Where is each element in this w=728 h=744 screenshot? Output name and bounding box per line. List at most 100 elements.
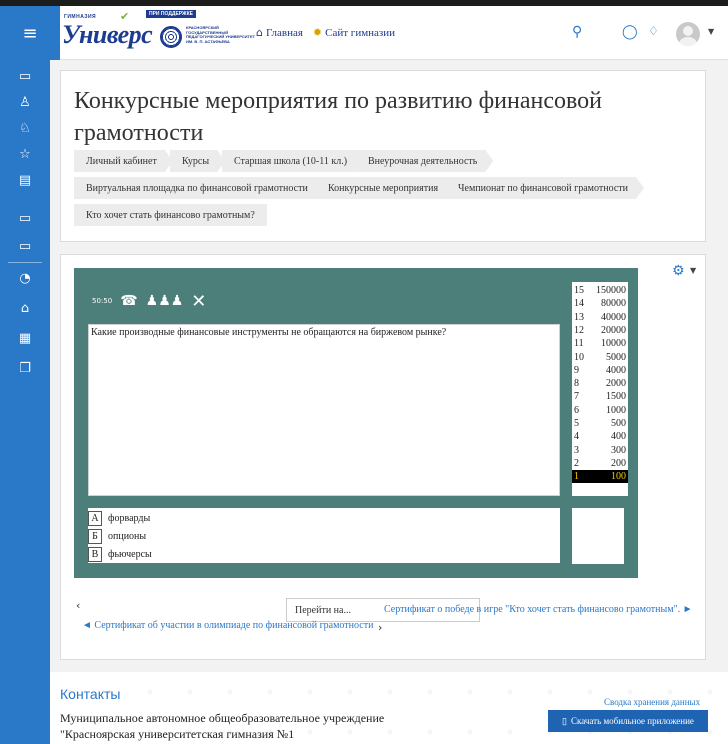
prize-level-number: 7 bbox=[574, 391, 579, 403]
chevron-right-icon[interactable]: › bbox=[378, 621, 382, 634]
data-retention-link[interactable]: Сводка хранения данных bbox=[604, 697, 700, 707]
bell-icon[interactable]: ♢ bbox=[648, 24, 659, 38]
users-icon[interactable]: ♙ bbox=[0, 90, 50, 114]
answer-text: форварды bbox=[108, 512, 151, 524]
prize-level-number: 8 bbox=[574, 378, 579, 390]
prize-level-number: 10 bbox=[574, 351, 584, 363]
nav-link-label: Главная bbox=[265, 26, 303, 39]
answer-letter: Б bbox=[88, 528, 102, 544]
prize-level-number: 13 bbox=[574, 311, 584, 323]
fifty-fifty-lifeline[interactable]: 50:50 bbox=[92, 297, 112, 305]
prize-level-number: 4 bbox=[574, 431, 579, 443]
prize-level-number: 11 bbox=[574, 338, 584, 350]
nav-link-label: Сайт гимназии bbox=[325, 26, 396, 39]
prize-level: 5 500 bbox=[572, 417, 628, 430]
prize-level: 2 200 bbox=[572, 457, 628, 470]
nav-link-home[interactable]: ⌂ Главная bbox=[256, 26, 303, 39]
answer-letter: А bbox=[88, 510, 102, 526]
question-text: Какие производные финансовые инструменты… bbox=[91, 327, 447, 338]
site-logo[interactable]: ГИМНАЗИЯ ✔ ПРИ ПОДДЕРЖКЕ Универс КРАСНОЯ… bbox=[62, 10, 258, 52]
jump-to-label: Перейти на... bbox=[295, 605, 351, 616]
prize-level: 7 1500 bbox=[572, 390, 628, 403]
breadcrumb-item[interactable]: Внеурочная деятельность bbox=[356, 150, 493, 172]
page-title: Конкурсные мероприятия по развитию финан… bbox=[74, 88, 602, 146]
prize-level: 4 400 bbox=[572, 430, 628, 443]
audience-icon[interactable]: ♟♟♟ bbox=[146, 293, 184, 309]
answer-option[interactable]: Б опционы bbox=[88, 528, 146, 544]
prev-activity-link[interactable]: ◄ Сертификат об участии в олимпиаде по ф… bbox=[82, 620, 373, 631]
folder-icon[interactable]: ▭ bbox=[0, 64, 50, 88]
prize-level-number: 3 bbox=[574, 444, 579, 456]
prize-level-number: 9 bbox=[574, 364, 579, 376]
folder-2-icon[interactable]: ▭ bbox=[0, 206, 50, 230]
answer-text: фьючерсы bbox=[108, 548, 152, 560]
ladder-footer bbox=[572, 508, 624, 564]
calendar-icon[interactable]: ▦ bbox=[0, 326, 50, 350]
logo-support: ПРИ ПОДДЕРЖКЕ bbox=[146, 10, 196, 18]
logo-wordmark: Универс bbox=[62, 20, 153, 49]
star-icon[interactable]: ☆ bbox=[0, 142, 50, 166]
question-box: Какие производные финансовые инструменты… bbox=[88, 324, 560, 496]
prize-ladder: 15 150000 14 80000 13 40000 12 20000 11 10000 10 50… bbox=[572, 282, 628, 496]
prize-level: 6 1000 bbox=[572, 404, 628, 417]
organization-name: Муниципальное автономное общеобразовател… bbox=[60, 711, 385, 741]
copy-icon[interactable]: ❐ bbox=[0, 356, 50, 380]
prize-level-number: 15 bbox=[574, 285, 584, 296]
mobile-icon: ▯ bbox=[562, 715, 567, 726]
prize-amount: 40000 bbox=[601, 311, 626, 323]
close-icon[interactable]: ✕ bbox=[191, 291, 206, 312]
next-activity-link[interactable]: Сертификат о победе в игре "Кто хочет ст… bbox=[384, 604, 693, 615]
prize-level: 10 5000 bbox=[572, 351, 628, 364]
nav-link-site[interactable]: ✹ Сайт гимназии bbox=[313, 26, 395, 39]
dashboard-icon[interactable]: ◔ bbox=[0, 266, 50, 290]
sidebar: ▭ ♙ ♘ ☆ ▤ ▭ ▭ ◔ ⌂ ▦ ❐ bbox=[0, 60, 50, 744]
settings-gear-icon[interactable]: ⚙ bbox=[672, 263, 685, 279]
breadcrumb-item[interactable]: Курсы bbox=[170, 150, 225, 172]
prize-level-number: 12 bbox=[574, 324, 584, 336]
search-icon[interactable]: ⚲ bbox=[572, 24, 582, 40]
chat-icon[interactable]: ◯ bbox=[622, 24, 638, 40]
breadcrumb-item[interactable]: Конкурсные мероприятия bbox=[316, 177, 454, 199]
folder-3-icon[interactable]: ▭ bbox=[0, 234, 50, 258]
prize-amount: 4000 bbox=[606, 364, 626, 376]
user-avatar[interactable] bbox=[676, 22, 700, 46]
breadcrumb-item[interactable]: Старшая школа (10-11 кл.) bbox=[222, 150, 363, 172]
mobile-app-button[interactable]: ▯ Скачать мобильное приложение bbox=[548, 710, 708, 732]
breadcrumb-item: Кто хочет стать финансово грамотным? bbox=[74, 204, 267, 226]
breadcrumb-item[interactable]: Личный кабинет bbox=[74, 150, 173, 172]
home-icon[interactable]: ⌂ bbox=[0, 296, 50, 320]
answer-option[interactable]: А форварды bbox=[88, 510, 150, 526]
chevron-down-icon[interactable]: ▼ bbox=[708, 27, 714, 36]
home-icon: ⌂ bbox=[256, 26, 263, 39]
prize-level: 8 2000 bbox=[572, 377, 628, 390]
prize-level-number: 6 bbox=[574, 404, 579, 416]
prize-level: 3 300 bbox=[572, 444, 628, 457]
chevron-down-icon[interactable]: ▼ bbox=[690, 266, 696, 275]
prize-level: 1 100 bbox=[572, 470, 628, 484]
answer-text: опционы bbox=[108, 530, 147, 542]
prize-amount: 500 bbox=[611, 418, 626, 429]
prize-amount: 10000 bbox=[601, 338, 626, 350]
breadcrumb-item[interactable]: Чемпионат по финансовой грамотности bbox=[446, 177, 644, 199]
prize-level: 13 40000 bbox=[572, 311, 628, 324]
prize-amount: 1500 bbox=[606, 391, 626, 403]
prize-level-number: 2 bbox=[574, 457, 579, 469]
prize-amount: 100 bbox=[611, 471, 626, 483]
prize-level-number: 1 bbox=[574, 471, 579, 483]
prize-amount: 150000 bbox=[596, 285, 626, 296]
chevron-left-icon[interactable]: ‹ bbox=[76, 599, 80, 612]
top-strip bbox=[0, 0, 728, 6]
prize-level-number: 5 bbox=[574, 418, 579, 429]
users-2-icon[interactable]: ♘ bbox=[0, 116, 50, 140]
lifelines: 50:50 ☎ ♟♟♟ ✕ bbox=[92, 291, 206, 312]
prize-level: 15 150000 bbox=[572, 284, 628, 297]
prize-amount: 80000 bbox=[601, 298, 626, 310]
answer-option[interactable]: В фьючерсы bbox=[88, 546, 152, 562]
book-icon[interactable]: ▤ bbox=[0, 168, 50, 192]
answer-letter: В bbox=[88, 546, 102, 562]
mobile-app-label: Скачать мобильное приложение bbox=[571, 716, 694, 726]
prize-level: 14 80000 bbox=[572, 297, 628, 310]
phone-icon[interactable]: ☎ bbox=[120, 293, 137, 309]
menu-toggle-button[interactable]: ≡ bbox=[0, 6, 60, 60]
breadcrumb-item[interactable]: Виртуальная площадка по финансовой грамо… bbox=[74, 177, 324, 199]
